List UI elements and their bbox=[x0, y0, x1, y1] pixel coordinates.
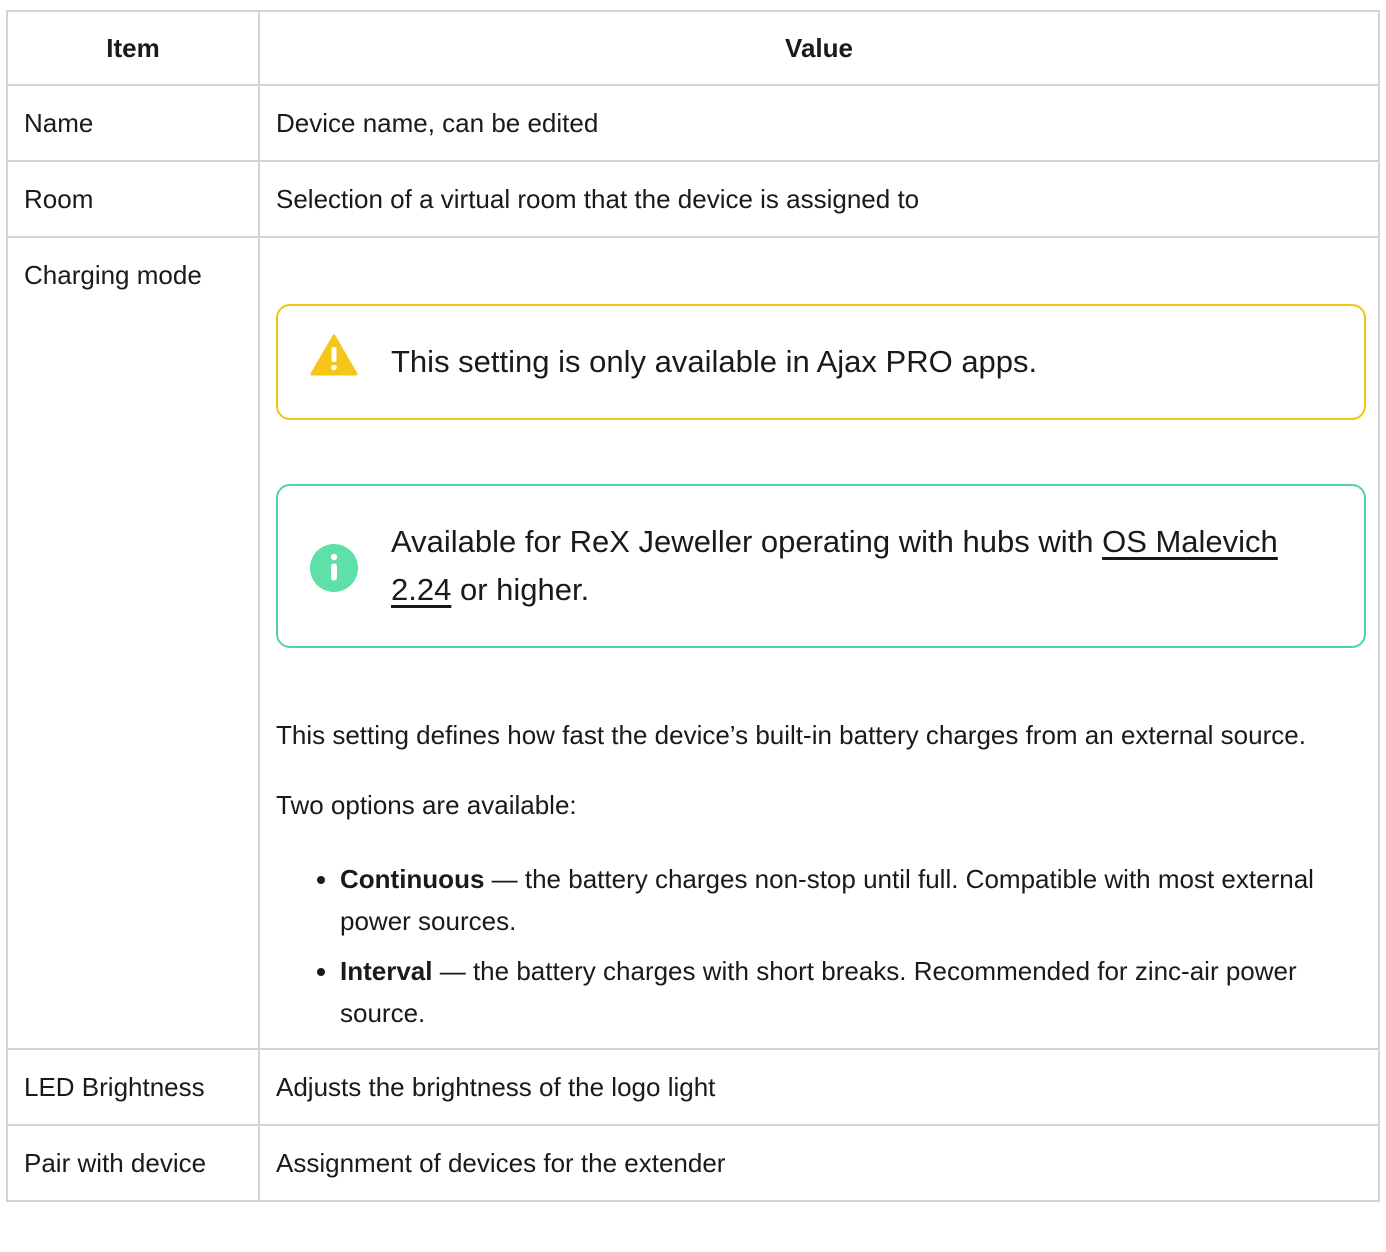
description-paragraph: This setting defines how fast the device… bbox=[276, 720, 1306, 750]
settings-table: Item Value Name Device name, can be edit… bbox=[6, 10, 1380, 1202]
info-circle-icon bbox=[310, 544, 358, 606]
column-header-item: Item bbox=[6, 10, 260, 86]
table-header-row: Item Value bbox=[6, 10, 1380, 86]
info-text: Available for ReX Jeweller operating wit… bbox=[391, 518, 1324, 614]
option-text: — the battery charges with short breaks.… bbox=[340, 956, 1297, 1028]
info-text-prefix: Available for ReX Jeweller operating wit… bbox=[391, 524, 1103, 559]
list-item: Interval — the battery charges with shor… bbox=[340, 950, 1362, 1034]
table-row-pair-with-device: Pair with device Assignment of devices f… bbox=[6, 1124, 1380, 1202]
option-name: Continuous bbox=[340, 864, 485, 894]
warning-triangle-icon bbox=[310, 334, 358, 390]
options-intro: Two options are available: bbox=[276, 790, 577, 820]
row-item-label: Charging mode bbox=[6, 236, 260, 1050]
row-value-content: This setting is only available in Ajax P… bbox=[258, 236, 1380, 1050]
row-value-text: Selection of a virtual room that the dev… bbox=[258, 160, 1380, 238]
options-list: Continuous — the battery charges non-sto… bbox=[276, 858, 1362, 1034]
table-row-charging-mode: Charging mode This setting is only avail… bbox=[6, 236, 1380, 1050]
row-item-label: LED Brightness bbox=[6, 1048, 260, 1126]
row-value-text: Assignment of devices for the extender bbox=[258, 1124, 1380, 1202]
table-row-name: Name Device name, can be edited bbox=[6, 84, 1380, 162]
warning-text: This setting is only available in Ajax P… bbox=[391, 344, 1038, 379]
list-item: Continuous — the battery charges non-sto… bbox=[340, 858, 1362, 942]
table-row-led-brightness: LED Brightness Adjusts the brightness of… bbox=[6, 1048, 1380, 1126]
warning-notice: This setting is only available in Ajax P… bbox=[276, 304, 1366, 420]
info-notice: Available for ReX Jeweller operating wit… bbox=[276, 484, 1366, 648]
row-item-label: Pair with device bbox=[6, 1124, 260, 1202]
column-header-value: Value bbox=[258, 10, 1380, 86]
option-name: Interval bbox=[340, 956, 433, 986]
table-row-room: Room Selection of a virtual room that th… bbox=[6, 160, 1380, 238]
option-text: — the battery charges non-stop until ful… bbox=[340, 864, 1314, 936]
row-value-text: Device name, can be edited bbox=[258, 84, 1380, 162]
row-value-text: Adjusts the brightness of the logo light bbox=[258, 1048, 1380, 1126]
info-text-suffix: or higher. bbox=[451, 572, 590, 607]
row-item-label: Name bbox=[6, 84, 260, 162]
row-item-label: Room bbox=[6, 160, 260, 238]
